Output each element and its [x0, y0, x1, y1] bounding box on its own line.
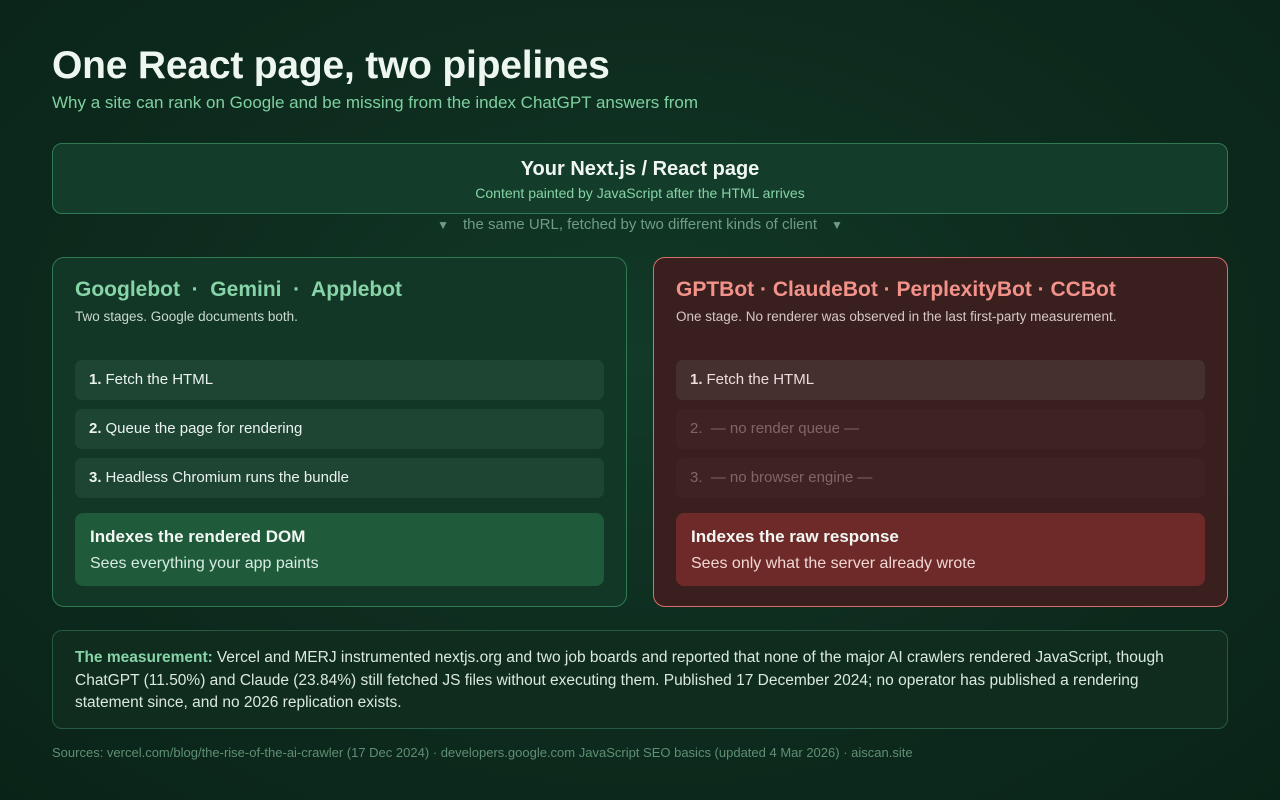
pipeline-step: 1. Fetch the HTML: [75, 360, 604, 400]
step-label: Queue the page for rendering: [105, 420, 303, 437]
source-page-title: Your Next.js / React page: [520, 158, 760, 180]
sources-footer: Sources: vercel.com/blog/the-rise-of-the…: [52, 745, 913, 760]
step-label: Headless Chromium runs the bundle: [105, 469, 349, 486]
down-arrow-icon: ▼: [437, 218, 449, 232]
pipeline-step-missing: 2. — no render queue —: [676, 409, 1205, 449]
pipeline-step: 1. Fetch the HTML: [676, 360, 1205, 400]
result-subtitle: Sees only what the server already wrote: [691, 555, 976, 572]
ai-crawler-pipeline-panel: GPTBot · ClaudeBot · PerplexityBot · CCB…: [653, 257, 1228, 607]
step-number: 2.: [89, 420, 102, 437]
measurement-label: The measurement:: [75, 649, 213, 666]
step-number: 1.: [690, 371, 703, 388]
step-number: 3.: [690, 469, 703, 486]
step-label: — no browser engine —: [710, 469, 873, 486]
result-title: Indexes the rendered DOM: [90, 527, 306, 546]
source-page-subtitle: Content painted by JavaScript after the …: [475, 185, 805, 201]
google-pipeline-description: Two stages. Google documents both.: [75, 309, 298, 324]
step-number: 1.: [89, 371, 102, 388]
ai-crawler-pipeline-description: One stage. No renderer was observed in t…: [676, 309, 1117, 324]
measurement-note: The measurement: Vercel and MERJ instrume…: [52, 630, 1228, 729]
result-title: Indexes the raw response: [691, 527, 899, 546]
source-page-box: Your Next.js / React page Content painte…: [52, 143, 1228, 214]
step-number: 3.: [89, 469, 102, 486]
measurement-text: Vercel and MERJ instrumented nextjs.org …: [75, 649, 1164, 711]
step-label: — no render queue —: [710, 420, 860, 437]
pipeline-step: 2. Queue the page for rendering: [75, 409, 604, 449]
ai-crawler-pipeline-result: Indexes the raw response Sees only what …: [676, 513, 1205, 586]
down-arrow-icon: ▼: [831, 218, 843, 232]
google-pipeline-steps: 1. Fetch the HTML 2. Queue the page for re…: [75, 360, 604, 498]
ai-crawler-pipeline-steps: 1. Fetch the HTML 2. — no render queue — …: [676, 360, 1205, 498]
pipeline-step: 3. Headless Chromium runs the bundle: [75, 458, 604, 498]
google-pipeline-heading: Googlebot · Gemini · Applebot: [75, 278, 403, 301]
result-subtitle: Sees everything your app paints: [90, 555, 319, 572]
google-pipeline-result: Indexes the rendered DOM Sees everything…: [75, 513, 604, 586]
connector-label: the same URL, fetched by two different k…: [462, 216, 818, 233]
step-label: Fetch the HTML: [706, 371, 815, 388]
ai-crawler-pipeline-heading: GPTBot · ClaudeBot · PerplexityBot · CCB…: [676, 278, 1116, 301]
step-label: Fetch the HTML: [105, 371, 214, 388]
pipeline-step-missing: 3. — no browser engine —: [676, 458, 1205, 498]
step-number: 2.: [690, 420, 703, 437]
fetch-connector: ▼ the same URL, fetched by two different …: [0, 216, 1280, 233]
page-subtitle: Why a site can rank on Google and be mis…: [52, 93, 698, 112]
page-title: One React page, two pipelines: [52, 44, 610, 87]
google-pipeline-panel: Googlebot · Gemini · Applebot Two stages…: [52, 257, 627, 607]
